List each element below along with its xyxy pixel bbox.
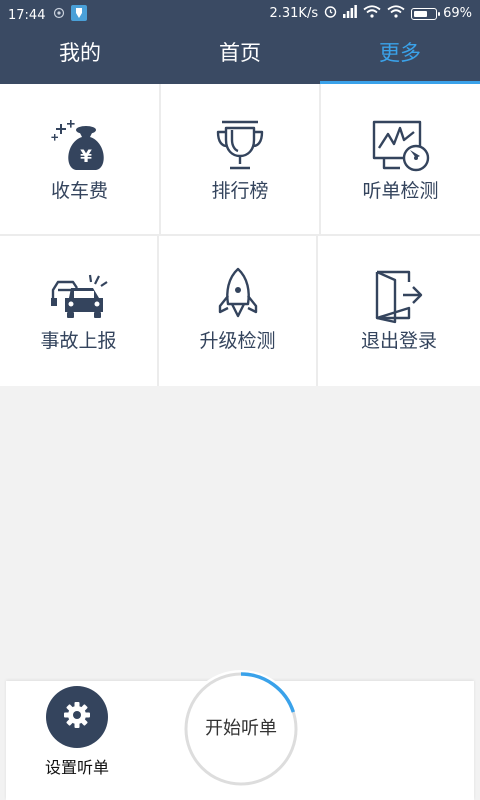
grid-item-label: 退出登录 [360, 330, 437, 352]
start-listening-label: 开始听单 [205, 718, 277, 739]
gear-icon [62, 700, 92, 734]
wifi-icon [387, 5, 405, 22]
settings-button[interactable] [46, 686, 108, 748]
car-accident-icon [0, 272, 157, 322]
alarm-icon [324, 5, 337, 22]
money-bag-icon: ¥ [0, 120, 159, 172]
grid-item-collect-fare[interactable]: ¥ 收车费 [0, 84, 159, 234]
battery-percent: 69% [443, 6, 472, 21]
status-bar: 17:44 2.31K/s 69% [0, 0, 480, 26]
signal-icon [343, 5, 357, 22]
tab-mine[interactable]: 我的 [0, 26, 160, 84]
grid-item-order-check[interactable]: 听单检测 [321, 84, 480, 234]
logout-door-icon [318, 268, 480, 324]
trophy-icon [161, 118, 319, 172]
grid-item-accident-report[interactable]: 事故上报 [0, 236, 157, 386]
status-time: 17:44 [8, 7, 46, 23]
grid-item-ranking[interactable]: 排行榜 [161, 84, 319, 234]
grid-item-logout[interactable]: 退出登录 [318, 236, 480, 386]
tab-more[interactable]: 更多 [320, 26, 480, 84]
tab-home[interactable]: 首页 [160, 26, 320, 84]
grid-item-label: 听单检测 [362, 180, 439, 202]
bottom-action-bar: 设置听单 开始听单 [6, 670, 474, 800]
rocket-icon [159, 266, 316, 322]
monitor-check-icon [321, 118, 480, 174]
start-listening-button[interactable]: 开始听单 [182, 670, 300, 788]
grid-item-label: 收车费 [50, 180, 108, 202]
network-speed: 2.31K/s [269, 6, 319, 21]
grid-item-label: 排行榜 [211, 180, 269, 202]
grid-item-upgrade-check[interactable]: 升级检测 [159, 236, 316, 386]
settings-label: 设置听单 [44, 758, 109, 777]
tab-bar: 我的 首页 更多 [0, 26, 480, 84]
options-grid: ¥ 收车费 排行榜 听单检测 事故上报 升级检测 退出登录 [0, 84, 480, 386]
battery-icon [411, 7, 441, 20]
app-notification-icon [71, 5, 88, 25]
wifi-icon [363, 5, 381, 22]
location-icon [53, 7, 65, 23]
grid-item-label: 事故上报 [40, 330, 117, 352]
grid-item-label: 升级检测 [199, 330, 276, 352]
svg-text:¥: ¥ [80, 147, 92, 167]
